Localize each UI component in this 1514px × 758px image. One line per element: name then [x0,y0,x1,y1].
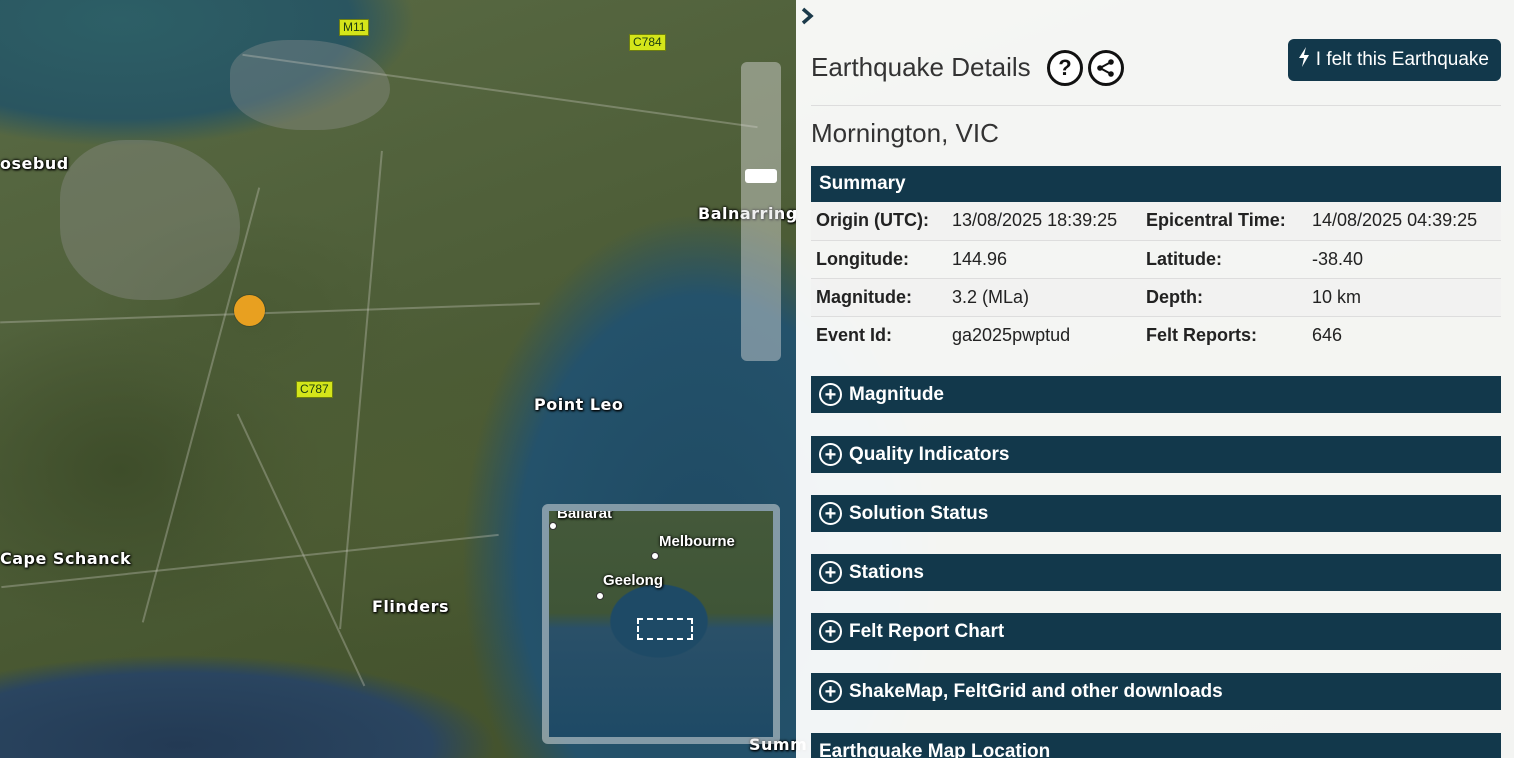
overview-map-view: Ballarat Melbourne Geelong [549,511,773,737]
road [0,302,540,324]
table-row: Event Id: ga2025pwptud Felt Reports: 646 [811,316,1501,354]
earthquake-details-panel: Earthquake Details ? I felt this Earthqu… [796,0,1514,758]
urban-area [230,40,390,130]
overview-map[interactable]: Ballarat Melbourne Geelong [542,504,780,744]
urban-area [60,140,240,300]
section-label: Solution Status [849,502,989,524]
table-row: Origin (UTC): 13/08/2025 18:39:25 Epicen… [811,202,1501,241]
melbourne-dot [651,552,659,560]
depth-value: 10 km [1307,278,1501,317]
expand-plus-icon: + [819,561,842,584]
zoom-slider-handle[interactable] [745,169,777,183]
share-icon[interactable] [1088,50,1124,86]
section-label: Stations [849,561,924,583]
felt-earthquake-button[interactable]: I felt this Earthquake [1287,39,1501,81]
depth-label: Depth: [1141,278,1307,317]
summary-heading: Summary [811,166,1501,202]
map-label-cape-schanck: Cape Schanck [0,549,132,568]
expand-plus-icon: + [819,620,842,643]
expand-plus-icon: + [819,443,842,466]
section-label: Earthquake Map Location [819,740,1051,758]
zoom-slider[interactable] [741,62,781,361]
section-solution-status[interactable]: + Solution Status [811,495,1501,532]
longitude-label: Longitude: [811,240,947,279]
chevron-right-icon[interactable] [800,6,814,30]
latitude-value: -38.40 [1307,240,1501,279]
panel-title: Earthquake Details [811,52,1031,82]
epicentral-time-label: Epicentral Time: [1141,202,1307,241]
road-shield-c784: C784 [629,34,666,51]
section-shakemap-downloads[interactable]: + ShakeMap, FeltGrid and other downloads [811,673,1501,710]
felt-reports-label: Felt Reports: [1146,324,1258,345]
help-icon[interactable]: ? [1047,50,1083,86]
section-earthquake-map-location[interactable]: Earthquake Map Location [811,733,1501,758]
section-stations[interactable]: + Stations [811,554,1501,591]
section-label: Quality Indicators [849,443,1010,465]
location-title: Mornington, VIC [811,118,999,148]
road-shield-m11: M11 [339,19,370,36]
expand-plus-icon: + [819,383,842,406]
event-id-value: ga2025pwptud [952,324,1071,345]
longitude-value: 144.96 [947,240,1141,279]
magnitude-label: Magnitude: [811,278,947,317]
origin-label: Origin (UTC): [811,202,947,241]
section-label: ShakeMap, FeltGrid and other downloads [849,680,1223,702]
overview-label-melbourne: Melbourne [659,533,735,550]
summary-table: Origin (UTC): 13/08/2025 18:39:25 Epicen… [811,202,1501,354]
map-label-point-leo: Point Leo [534,395,624,414]
panel-header: Earthquake Details ? I felt this Earthqu… [811,38,1501,106]
section-quality-indicators[interactable]: + Quality Indicators [811,436,1501,473]
section-label: Felt Report Chart [849,620,1005,642]
section-label: Magnitude [849,383,944,405]
overview-extent-box [637,618,693,640]
epicentre-marker[interactable] [234,295,265,326]
felt-button-label: I felt this Earthquake [1315,49,1489,70]
felt-reports-value: 646 [1312,324,1343,345]
lightning-icon [1298,47,1310,73]
overview-label-geelong: Geelong [603,572,664,589]
map-label-flinders: Flinders [372,597,450,616]
event-id-label: Event Id: [816,324,893,345]
expand-plus-icon: + [819,680,842,703]
origin-value: 13/08/2025 18:39:25 [947,202,1141,241]
epicentral-time-value: 14/08/2025 04:39:25 [1307,202,1501,241]
help-icon-glyph: ? [1058,55,1072,80]
section-felt-report-chart[interactable]: + Felt Report Chart [811,613,1501,650]
road-shield-c787: C787 [296,381,333,398]
latitude-label: Latitude: [1141,240,1307,279]
section-magnitude[interactable]: + Magnitude [811,376,1501,413]
road [339,150,383,630]
table-row: Magnitude: 3.2 (MLa) Depth: 10 km [811,278,1501,317]
ballarat-dot [549,522,557,530]
geelong-dot [596,592,604,600]
magnitude-value: 3.2 (MLa) [947,278,1141,317]
expand-plus-icon: + [819,502,842,525]
table-row: Longitude: 144.96 Latitude: -38.40 [811,240,1501,279]
map-label-rosebud: osebud [0,154,69,173]
overview-label-ballarat: Ballarat [557,511,613,522]
